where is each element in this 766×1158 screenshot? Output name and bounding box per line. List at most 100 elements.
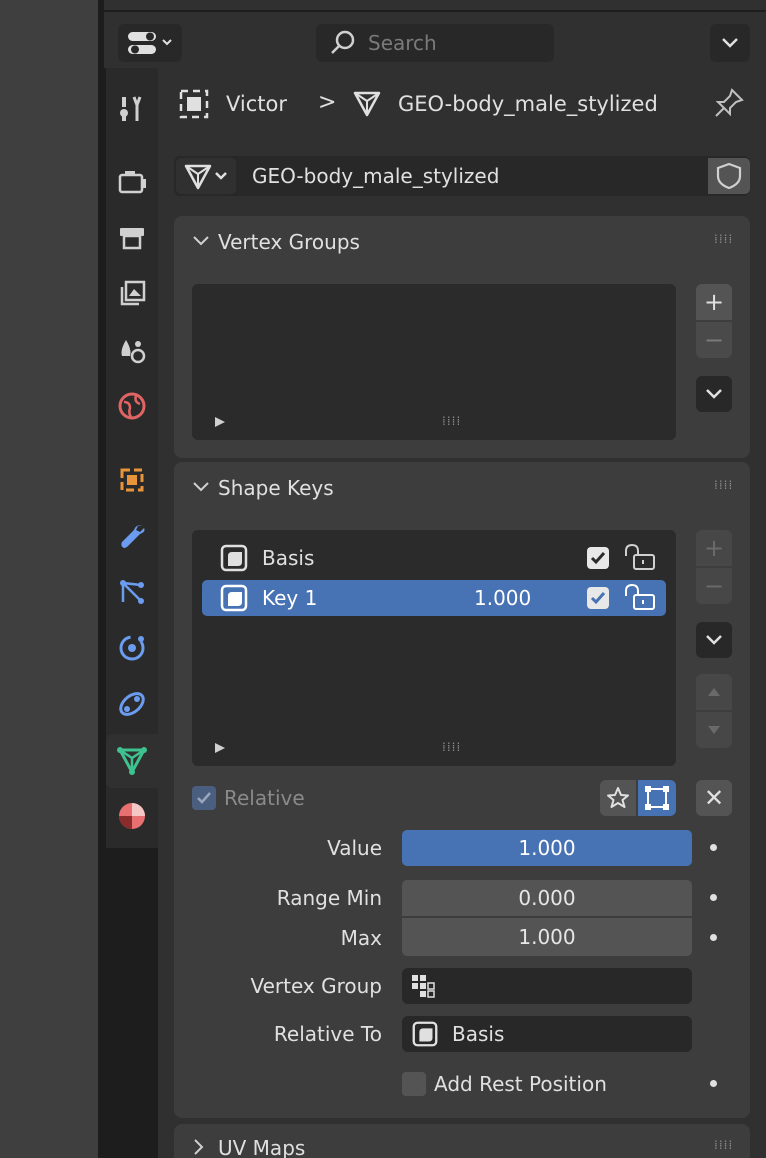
drag-handle-icon[interactable]: ⁞⁞⁞⁞	[714, 232, 733, 246]
tab-modifier[interactable]	[110, 514, 154, 558]
range-min-value: 0.000	[518, 886, 576, 910]
tab-mesh-data[interactable]	[110, 738, 154, 782]
tab-material[interactable]	[110, 794, 154, 838]
mesh-icon	[353, 91, 381, 117]
tab-tool[interactable]	[110, 86, 154, 130]
pin-shape-key-button[interactable]	[600, 780, 636, 816]
unlock-icon[interactable]	[622, 542, 656, 572]
add-rest-position-checkbox[interactable]	[402, 1072, 426, 1096]
tab-particles[interactable]	[110, 570, 154, 614]
material-icon	[119, 803, 145, 829]
triangle-down-icon	[708, 726, 720, 734]
relative-to-field[interactable]: Basis	[402, 1016, 692, 1052]
relative-label: Relative	[224, 786, 305, 810]
keyframe-decorator[interactable]	[710, 1080, 717, 1087]
chevron-down-icon	[706, 635, 722, 645]
relative-to-value: Basis	[452, 1022, 505, 1046]
triangle-up-icon	[708, 688, 720, 696]
top-strip	[104, 0, 766, 12]
vertex-group-icon	[412, 975, 435, 998]
range-min-field[interactable]: 0.000	[402, 880, 692, 916]
shape-key-icon	[220, 584, 248, 612]
shape-keys-title[interactable]: Shape Keys	[218, 476, 334, 500]
edit-mode-shape-button[interactable]	[638, 780, 676, 816]
search-input[interactable]: Search	[316, 24, 554, 62]
checkmark-icon	[590, 552, 606, 565]
output-icon	[120, 228, 144, 250]
tab-scene[interactable]	[110, 328, 154, 372]
vertex-group-label: Vertex Group	[250, 974, 382, 998]
drag-handle-icon[interactable]: ⁞⁞⁞⁞	[714, 478, 733, 492]
editor-type-button[interactable]	[118, 24, 182, 62]
shape-key-mute-checkbox[interactable]	[587, 547, 609, 569]
vertex-groups-title[interactable]: Vertex Groups	[218, 230, 360, 254]
uv-maps-title[interactable]: UV Maps	[218, 1136, 305, 1158]
value-slider[interactable]: 1.000	[402, 830, 692, 866]
mesh-icon	[184, 164, 227, 190]
range-max-value: 1.000	[518, 925, 576, 949]
star-icon	[607, 787, 629, 808]
shape-key-value[interactable]: 1.000	[474, 586, 531, 610]
keyframe-decorator[interactable]	[710, 934, 717, 941]
move-down-button[interactable]	[696, 712, 732, 748]
tab-object[interactable]	[110, 458, 154, 502]
vertex-group-list[interactable]	[192, 284, 676, 440]
vertex-group-field[interactable]	[402, 968, 692, 1004]
tab-constraints[interactable]	[110, 682, 154, 726]
world-icon	[118, 392, 146, 420]
shape-key-specials-button[interactable]	[696, 622, 732, 658]
tab-output[interactable]	[110, 216, 154, 260]
pin-icon[interactable]	[712, 86, 746, 120]
remove-shape-key-button[interactable]: −	[696, 568, 732, 604]
keyframe-decorator[interactable]	[710, 894, 717, 901]
mesh-data-icon	[117, 747, 147, 775]
particles-icon	[120, 580, 144, 604]
breadcrumb-mesh: GEO-body_male_stylized	[398, 92, 658, 116]
range-max-field[interactable]: 1.000	[402, 918, 692, 956]
shape-key-name: Basis	[262, 546, 315, 570]
datablock-name[interactable]: GEO-body_male_stylized	[252, 164, 499, 188]
tool-icon	[120, 96, 142, 121]
list-resize-handle-icon[interactable]: ⁞⁞⁞⁞	[442, 740, 461, 754]
remove-vertex-group-button[interactable]: −	[696, 322, 732, 358]
shape-key-mute-checkbox[interactable]	[587, 587, 609, 609]
chevron-right-icon[interactable]	[192, 1138, 206, 1156]
datablock-browse-button[interactable]	[176, 158, 236, 194]
keyframe-decorator[interactable]	[710, 844, 717, 851]
add-shape-key-button[interactable]: +	[696, 530, 732, 566]
tab-view-layer[interactable]	[110, 272, 154, 316]
unlock-icon[interactable]	[622, 582, 656, 612]
viewport-area[interactable]	[0, 0, 98, 1158]
triangle-right-icon[interactable]	[212, 740, 228, 756]
add-rest-position-label: Add Rest Position	[434, 1072, 607, 1096]
clear-shape-button[interactable]: ✕	[696, 780, 732, 816]
options-dropdown[interactable]	[710, 24, 750, 62]
fake-user-button[interactable]	[708, 158, 750, 194]
list-resize-handle-icon[interactable]: ⁞⁞⁞⁞	[442, 414, 461, 428]
checkmark-icon	[590, 592, 606, 605]
chevron-down-icon[interactable]	[192, 480, 210, 494]
relative-checkbox[interactable]	[192, 786, 216, 810]
breadcrumb-object: Victor	[226, 92, 288, 116]
triangle-right-icon[interactable]	[212, 414, 228, 430]
breadcrumb-separator: >	[318, 90, 337, 115]
add-vertex-group-button[interactable]: +	[696, 284, 732, 320]
tab-world[interactable]	[110, 384, 154, 428]
relative-to-label: Relative To	[273, 1022, 382, 1046]
object-icon	[120, 468, 144, 492]
vertex-group-specials-button[interactable]	[696, 376, 732, 412]
max-label: Max	[340, 926, 382, 950]
search-icon	[331, 30, 355, 54]
chevron-down-icon	[706, 389, 722, 399]
constraints-icon	[119, 692, 145, 716]
tab-physics[interactable]	[110, 626, 154, 670]
view-layer-icon	[120, 280, 146, 306]
chevron-down-icon[interactable]	[192, 234, 210, 248]
value-label: Value	[327, 836, 382, 860]
modifier-icon	[121, 525, 145, 548]
object-icon	[179, 89, 209, 119]
tab-render[interactable]	[110, 160, 154, 204]
move-up-button[interactable]	[696, 674, 732, 710]
shape-key-name: Key 1	[262, 586, 318, 610]
drag-handle-icon[interactable]: ⁞⁞⁞⁞	[714, 1138, 733, 1152]
